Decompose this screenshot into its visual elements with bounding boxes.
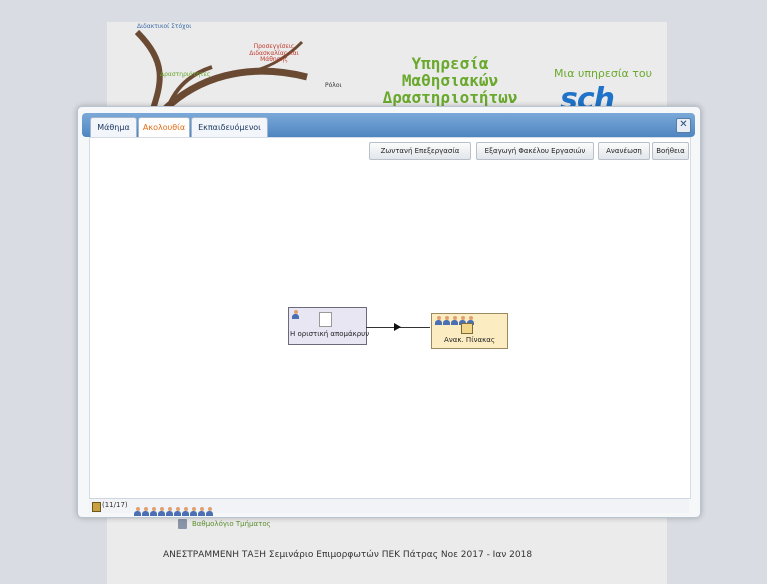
learner-group-1 bbox=[292, 310, 300, 321]
bg-label-approaches: Προσεγγίσεις Διδασκαλίας και Μάθησης bbox=[249, 43, 299, 64]
export-portfolio-button[interactable]: Εξαγωγή Φακέλου Εργασιών bbox=[476, 142, 594, 160]
tab-learners[interactable]: Εκπαιδευόμενοι bbox=[191, 117, 268, 138]
live-edit-button[interactable]: Ζωντανή Επεξεργασία bbox=[369, 142, 471, 160]
activity-node-2-label: Ανακ. Πίνακας bbox=[444, 336, 495, 344]
tab-sequence[interactable]: Ακολουθία bbox=[138, 117, 190, 138]
finished-learners bbox=[134, 501, 214, 520]
learner-icon[interactable] bbox=[166, 507, 173, 516]
learner-icon[interactable] bbox=[451, 316, 458, 325]
learner-icon[interactable] bbox=[150, 507, 157, 516]
door-icon[interactable] bbox=[92, 502, 101, 512]
sequence-canvas: Ζωντανή Επεξεργασία Εξαγωγή Φακέλου Εργα… bbox=[89, 137, 691, 499]
learner-icon[interactable] bbox=[142, 507, 149, 516]
refresh-button[interactable]: Ανανέωση bbox=[598, 142, 650, 160]
gradebook-icon bbox=[178, 519, 187, 529]
service-title-line1: Υπηρεσία bbox=[411, 54, 489, 73]
learner-icon[interactable] bbox=[435, 316, 442, 325]
tab-lesson[interactable]: Μάθημα bbox=[90, 117, 137, 138]
learner-icon[interactable] bbox=[158, 507, 165, 516]
service-title-line2: Μαθησιακών bbox=[401, 71, 499, 90]
learner-icon[interactable] bbox=[182, 507, 189, 516]
learner-icon[interactable] bbox=[443, 316, 450, 325]
service-title: Υπηρεσία Μαθησιακών Δραστηριοτήτων bbox=[375, 55, 525, 106]
service-title-line3: Δραστηριοτήτων bbox=[382, 88, 518, 107]
bg-label-activities: Δραστηριότητες bbox=[160, 71, 211, 78]
help-button[interactable]: Βοήθεια bbox=[652, 142, 689, 160]
noticeboard-icon bbox=[461, 323, 473, 334]
document-icon bbox=[319, 312, 332, 327]
bg-label-objectives: Διδακτικοί Στόχοι bbox=[137, 23, 192, 30]
learner-icon[interactable] bbox=[206, 507, 213, 516]
learner-icon[interactable] bbox=[134, 507, 141, 516]
gradebook-link[interactable]: Βαθμολόγιο Τμήματος bbox=[192, 520, 271, 528]
dialog-titlebar: Μάθημα Ακολουθία Εκπαιδευόμενοι ✕ bbox=[82, 113, 695, 138]
status-bar: (11/17) bbox=[89, 498, 689, 516]
activity-node-1[interactable]: Η οριστική απομάκρυν bbox=[288, 307, 370, 345]
learner-icon[interactable] bbox=[198, 507, 205, 516]
activity-node-2[interactable]: Ανακ. Πίνακας bbox=[431, 313, 508, 349]
learner-icon[interactable] bbox=[174, 507, 181, 516]
service-subtitle: Μια υπηρεσία του bbox=[554, 67, 653, 80]
activity-node-1-label: Η οριστική απομάκρυν bbox=[290, 330, 370, 338]
progress-count: (11/17) bbox=[102, 501, 128, 509]
learner-icon[interactable] bbox=[292, 310, 299, 319]
transition-arrow-icon bbox=[394, 323, 401, 331]
learner-icon[interactable] bbox=[190, 507, 197, 516]
close-button[interactable]: ✕ bbox=[676, 118, 691, 133]
bg-label-roles: Ρόλοι bbox=[325, 82, 342, 89]
monitor-dialog: Μάθημα Ακολουθία Εκπαιδευόμενοι ✕ Ζωνταν… bbox=[77, 106, 701, 518]
tree-illustration bbox=[134, 29, 308, 112]
footer-text: ΑΝΕΣΤΡΑΜΜΕΝΗ ΤΑΞΗ Σεμινάριο Επιμορφωτών … bbox=[163, 550, 533, 560]
